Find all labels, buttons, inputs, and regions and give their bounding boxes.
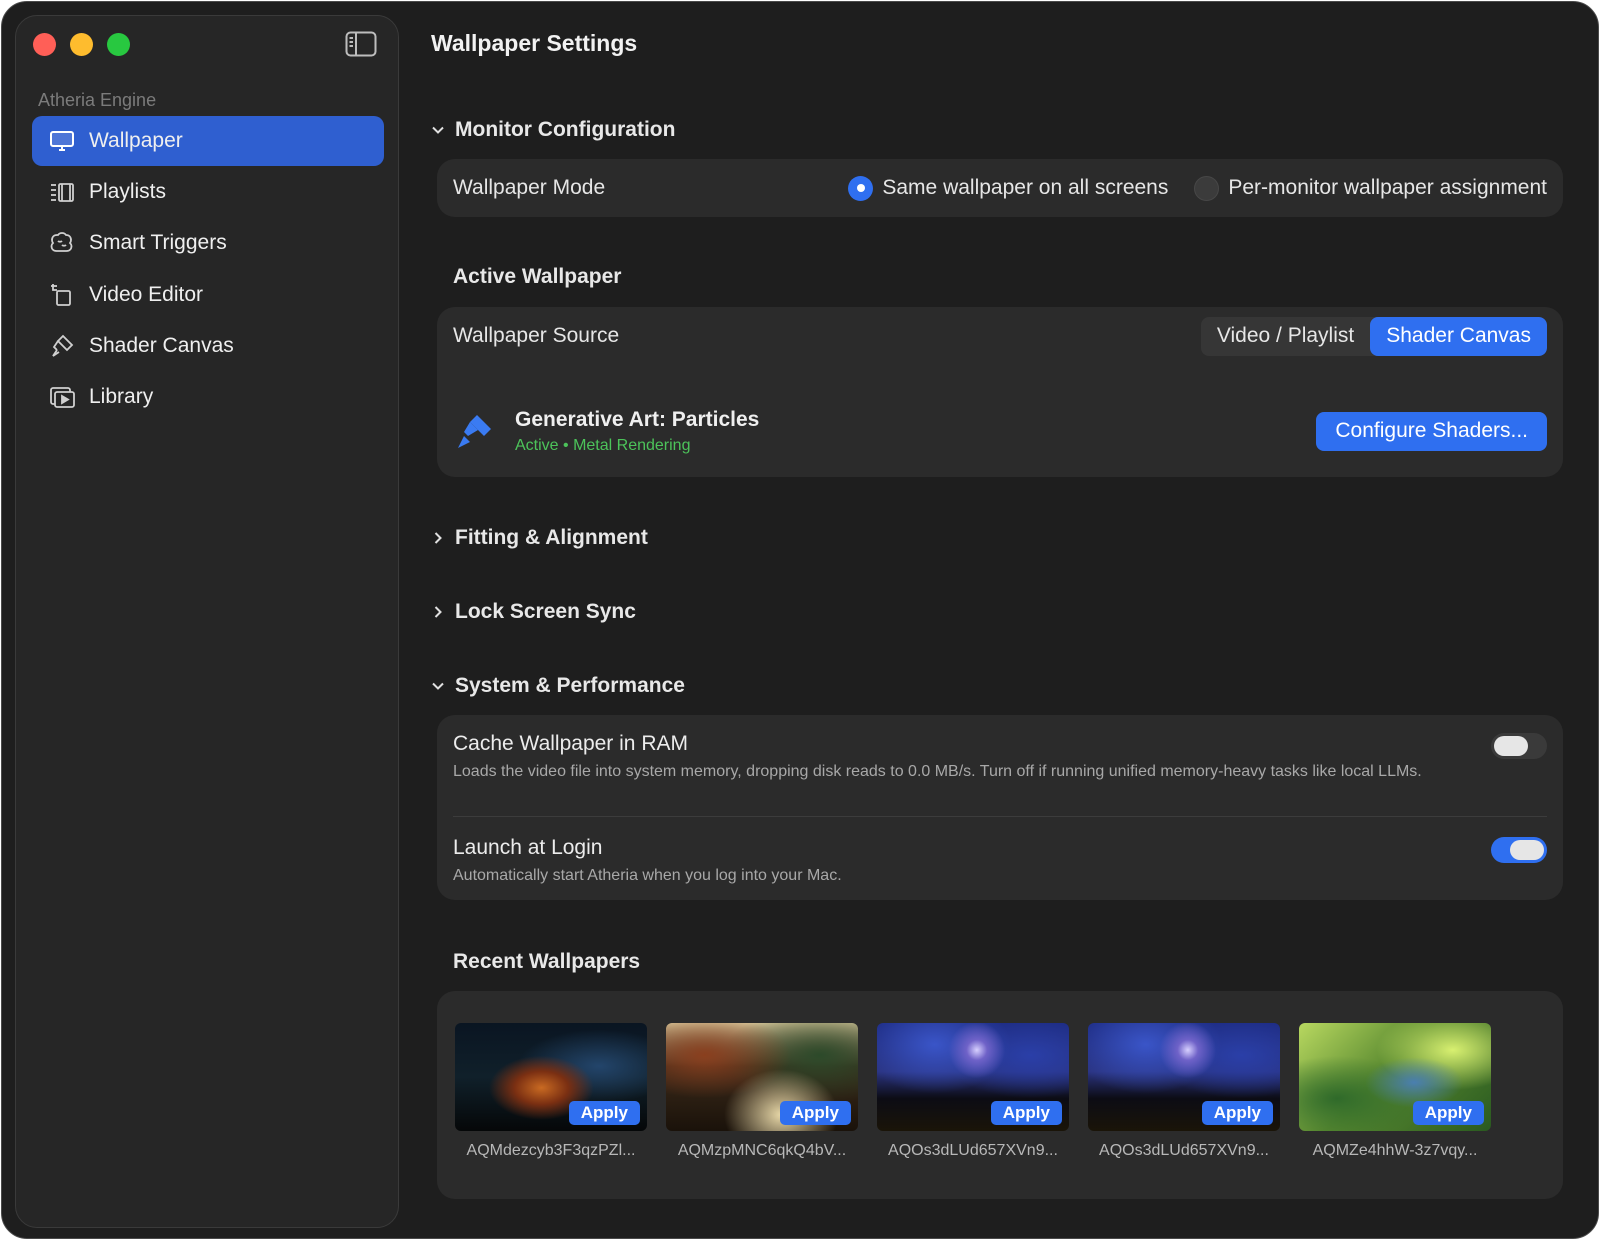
radio-same-wallpaper[interactable]: Same wallpaper on all screens (848, 175, 1169, 201)
wallpaper-source-segmented-control: Video / Playlist Shader Canvas (1200, 316, 1547, 356)
chevron-down-icon (432, 126, 444, 134)
monitor-config-card: Wallpaper Mode Same wallpaper on all scr… (437, 159, 1563, 217)
shader-name: Generative Art: Particles (515, 407, 760, 431)
section-title: Monitor Configuration (455, 118, 676, 141)
shader-status: Active • Metal Rendering (515, 436, 691, 454)
active-wallpaper-card: Wallpaper Source Video / Playlist Shader… (437, 307, 1563, 477)
sidebar-item-shader-canvas[interactable]: Shader Canvas (32, 321, 384, 371)
wallpaper-thumbnail[interactable]: Apply AQMzpMNC6qkQ4bV... (666, 1023, 858, 1160)
section-lock-screen-sync[interactable]: Lock Screen Sync (431, 600, 636, 624)
section-fitting-alignment[interactable]: Fitting & Alignment (431, 526, 648, 550)
section-title: System & Performance (455, 674, 685, 697)
sidebar-item-label: Playlists (89, 180, 167, 204)
wallpaper-filename: AQOs3dLUd657XVn9... (888, 1142, 1058, 1159)
sidebar-item-label: Wallpaper (89, 129, 183, 152)
divider (453, 816, 1547, 817)
minimize-window-button[interactable] (70, 33, 93, 56)
setting-title: Launch at Login (453, 836, 603, 859)
setting-description: Automatically start Atheria when you log… (453, 867, 842, 884)
radio-unselected-indicator[interactable] (1194, 175, 1220, 201)
section-monitor-configuration[interactable]: Monitor Configuration (431, 118, 675, 142)
paintbrush-icon (458, 415, 491, 448)
sidebar-item-label: Shader Canvas (89, 333, 234, 357)
zoom-window-button[interactable] (107, 33, 130, 56)
cache-in-ram-toggle[interactable] (1491, 733, 1547, 759)
recent-wallpapers-grid: Apply AQMdezcyb3F3qzPZl... Apply AQMzpMN… (455, 1023, 1510, 1160)
section-active-wallpaper: Active Wallpaper (453, 265, 622, 288)
setting-cache-in-ram: Cache Wallpaper in RAM Loads the video f… (453, 732, 1547, 782)
sidebar-nav: Wallpaper Playlists Smart Triggers Video… (32, 116, 384, 423)
section-title: Lock Screen Sync (455, 600, 636, 623)
wallpaper-preview-image[interactable]: Apply (1088, 1023, 1280, 1131)
sidebar-item-label: Smart Triggers (89, 231, 227, 255)
radio-label: Per-monitor wallpaper assignment (1228, 176, 1547, 199)
media-library-icon (48, 383, 76, 411)
wallpaper-preview-image[interactable]: Apply (1299, 1023, 1491, 1131)
chevron-down-icon (432, 682, 444, 690)
segment-shader-canvas[interactable]: Shader Canvas (1370, 316, 1547, 356)
sidebar-item-playlists[interactable]: Playlists (32, 167, 384, 217)
apply-button[interactable]: Apply (990, 1101, 1062, 1125)
chevron-right-icon (434, 532, 442, 544)
segment-video-playlist[interactable]: Video / Playlist (1201, 317, 1370, 356)
wallpaper-mode-label: Wallpaper Mode (453, 176, 606, 199)
sidebar-toggle-icon[interactable] (345, 31, 377, 57)
system-performance-card: Cache Wallpaper in RAM Loads the video f… (437, 715, 1563, 900)
setting-title: Cache Wallpaper in RAM (453, 732, 688, 755)
monitor-icon (48, 127, 76, 155)
sidebar-item-wallpaper[interactable]: Wallpaper (32, 116, 384, 166)
sidebar-item-library[interactable]: Library (32, 372, 384, 422)
crop-icon (48, 281, 76, 309)
wallpaper-filename: AQMzpMNC6qkQ4bV... (677, 1142, 847, 1159)
wallpaper-mode-radio-group: Same wallpaper on all screens Per-monito… (822, 175, 1547, 201)
launch-at-login-toggle[interactable] (1491, 837, 1547, 863)
wallpaper-thumbnail[interactable]: Apply AQOs3dLUd657XVn9... (1088, 1023, 1280, 1160)
section-title: Fitting & Alignment (455, 526, 648, 549)
wallpaper-thumbnail[interactable]: Apply AQOs3dLUd657XVn9... (877, 1023, 1069, 1160)
paintbrush-icon (48, 332, 76, 360)
radio-selected-indicator[interactable] (848, 175, 874, 201)
close-window-button[interactable] (33, 33, 56, 56)
playlist-icon (48, 178, 76, 206)
wallpaper-thumbnail[interactable]: Apply AQMdezcyb3F3qzPZl... (455, 1023, 647, 1160)
setting-launch-at-login: Launch at Login Automatically start Athe… (453, 836, 1547, 886)
wallpaper-filename: AQMZe4hhW-3z7vqy... (1312, 1142, 1478, 1159)
sidebar-item-label: Video Editor (89, 282, 204, 306)
app-window: Atheria Engine Wallpaper Playlists Smart… (1, 1, 1599, 1239)
apply-button[interactable]: Apply (779, 1101, 851, 1125)
wallpaper-source-label: Wallpaper Source (453, 324, 620, 347)
sidebar-section-title: Atheria Engine (38, 90, 157, 110)
section-recent-wallpapers: Recent Wallpapers (453, 950, 641, 973)
radio-per-monitor[interactable]: Per-monitor wallpaper assignment (1194, 175, 1547, 201)
chevron-right-icon (434, 606, 442, 618)
sidebar-item-video-editor[interactable]: Video Editor (32, 270, 384, 320)
radio-label: Same wallpaper on all screens (882, 176, 1169, 199)
wallpaper-preview-image[interactable]: Apply (455, 1023, 647, 1131)
page-title: Wallpaper Settings (431, 30, 638, 56)
sidebar: Atheria Engine Wallpaper Playlists Smart… (15, 15, 399, 1228)
brain-icon (48, 229, 76, 257)
wallpaper-filename: AQOs3dLUd657XVn9... (1099, 1142, 1269, 1159)
main-content: Wallpaper Settings Monitor Configuration… (399, 2, 1598, 1238)
wallpaper-preview-image[interactable]: Apply (666, 1023, 858, 1131)
wallpaper-filename: AQMdezcyb3F3qzPZl... (466, 1142, 636, 1159)
section-system-performance[interactable]: System & Performance (431, 674, 685, 698)
setting-description: Loads the video file into system memory,… (453, 763, 1422, 780)
configure-shaders-button[interactable]: Configure Shaders... (1316, 411, 1547, 451)
wallpaper-preview-image[interactable]: Apply (877, 1023, 1069, 1131)
apply-button[interactable]: Apply (1412, 1101, 1484, 1125)
sidebar-item-smart-triggers[interactable]: Smart Triggers (32, 218, 384, 268)
sidebar-item-label: Library (89, 384, 154, 408)
wallpaper-thumbnail[interactable]: Apply AQMZe4hhW-3z7vqy... (1299, 1023, 1491, 1160)
apply-button[interactable]: Apply (568, 1101, 640, 1125)
apply-button[interactable]: Apply (1201, 1101, 1273, 1125)
recent-wallpapers-card: Apply AQMdezcyb3F3qzPZl... Apply AQMzpMN… (437, 991, 1563, 1199)
